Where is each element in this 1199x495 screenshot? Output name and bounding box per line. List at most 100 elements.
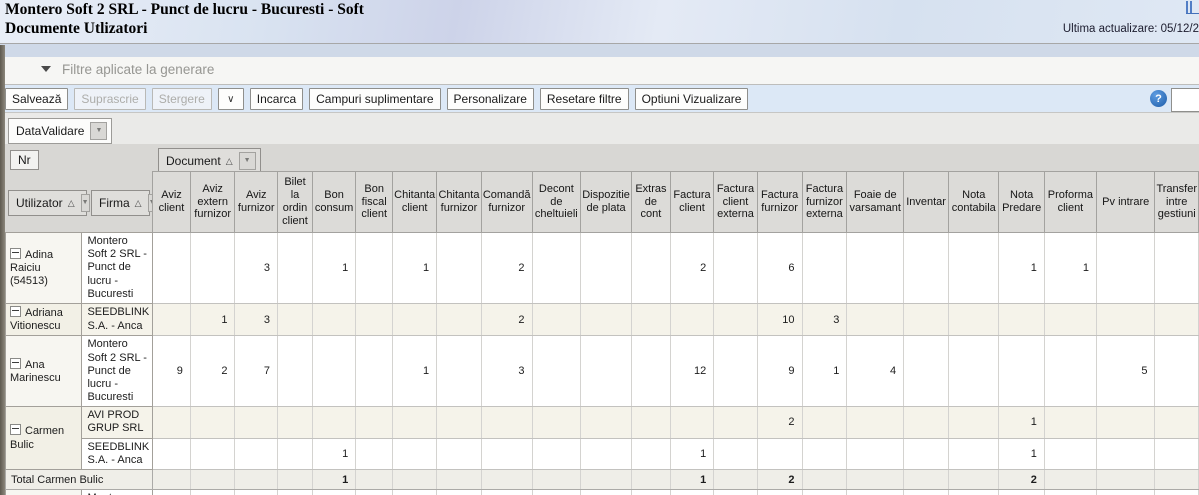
doc-column-header[interactable]: Aviz extern furnizor [190,172,235,233]
pivot-cell [1155,336,1199,407]
doc-column-header[interactable]: Factura client [670,172,713,233]
pivot-cell [904,438,949,469]
firm-cell: SEEDBLINK S.A. - Anca [82,303,153,335]
document-header-label: Document [166,154,221,168]
doc-column-header[interactable]: Dispozitie de plata [581,172,632,233]
pivot-cell: 6 [757,490,802,495]
pivot-cell [437,490,482,495]
pivot-cell [278,336,313,407]
toolbar-button-suprascrie: Suprascrie [74,88,145,110]
pivot-cell [714,303,757,335]
pivot-cell: 1 [313,470,356,490]
pivot-cell: 2 [757,470,802,490]
data-validare-combo[interactable]: DataValidare ▼ [8,118,112,144]
doc-column-header[interactable]: Factura furnizor externa [802,172,847,233]
doc-column-header[interactable]: Chitanta client [393,172,437,233]
pivot-cell [581,336,632,407]
pivot-cell: 9 [153,336,191,407]
pivot-cell [949,233,999,304]
pivot-cell [949,407,999,438]
pivot-cell: 1 [999,407,1044,438]
pivot-cell [949,490,999,495]
collapse-icon[interactable] [10,306,21,317]
toolbar-button-optiuni-vizualizare[interactable]: Optiuni Vizualizare [635,88,749,110]
doc-column-header[interactable]: Pv intrare [1096,172,1154,233]
page-title: Documente Utlizatori [5,20,147,38]
doc-column-header[interactable]: Foaie de varsamant [847,172,904,233]
toolbar-button-personalizare[interactable]: Personalizare [447,88,534,110]
pivot-cell [153,233,191,304]
pivot-cell [437,438,482,469]
toolbar-button-resetare-filtre[interactable]: Resetare filtre [540,88,629,110]
pivot-cell: 2 [481,233,532,304]
collapse-icon[interactable] [10,248,21,259]
doc-column-header[interactable]: Nota contabila [949,172,999,233]
chevron-down-icon[interactable]: ▼ [90,122,107,140]
pivot-cell: 1 [999,233,1044,304]
user-cell: Adriana Vitionescu [6,303,82,335]
pivot-cell [714,470,757,490]
pivot-cell [153,470,191,490]
nr-button[interactable]: Nr [10,150,39,170]
chevron-down-icon[interactable]: ▼ [239,152,256,170]
pivot-cell: 3 [235,233,278,304]
toolbar-button-campuri-suplimentare[interactable]: Campuri suplimentare [309,88,440,110]
doc-column-header[interactable]: Factura furnizor [757,172,802,233]
doc-column-header[interactable]: Chitanta furnizor [437,172,482,233]
pivot-cell [1155,438,1199,469]
doc-column-header[interactable]: Transfer intre gestiuni [1155,172,1199,233]
doc-column-header[interactable]: Factura client externa [714,172,757,233]
collapse-caret-icon[interactable] [41,66,51,72]
toolbar-left-buttons: SalveazăSuprascrieStergere [5,88,218,110]
pivot-cell [437,336,482,407]
doc-column-header[interactable]: Aviz furnizor [235,172,278,233]
doc-column-header[interactable]: Comandă furnizor [481,172,532,233]
pivot-cell [632,470,671,490]
pivot-cell: 3 [235,303,278,335]
doc-column-header[interactable]: Bon consum [313,172,356,233]
pivot-cell: 1 [313,438,356,469]
pivot-cell [313,303,356,335]
table-row: Adriana VitionescuSEEDBLINK S.A. - Anca1… [6,303,1199,335]
pivot-cell [1155,407,1199,438]
toolbar-button-incarca[interactable]: Incarca [250,88,303,110]
toolbar-right-buttons: Incarca Campuri suplimentare Personalizare… [250,88,755,110]
doc-column-header[interactable]: Decont de cheltuieli [532,172,581,233]
pivot-cell [356,470,393,490]
pivot-cell [190,470,235,490]
save-options-dropdown[interactable]: ∨ [218,88,244,110]
table-row: Carmen BulicAVI PROD GRUP SRL21 [6,407,1199,438]
last-update-label: Ultima actualizare: 05/12/2 [1063,23,1199,35]
pivot-cell [670,303,713,335]
app-window: Montero Soft 2 SRL - Punct de lucru - Bu… [0,0,1199,495]
filter-panel-header[interactable]: Filtre aplicate la generare [0,57,1199,85]
pivot-cell [1155,233,1199,304]
help-icon[interactable]: ? [1150,90,1167,107]
doc-column-header[interactable]: Bilet la ordin client [278,172,313,233]
clipped-link-fragment[interactable] [1186,1,1199,14]
collapse-icon[interactable] [10,358,21,369]
pivot-cell: 2 [481,303,532,335]
doc-column-header[interactable]: Nota Predare [999,172,1044,233]
pivot-cell [235,470,278,490]
pivot-body: Adina Raiciu (54513)Montero Soft 2 SRL -… [6,233,1199,495]
doc-column-header[interactable]: Aviz client [153,172,191,233]
pivot-cell [393,470,437,490]
pivot-cell: 6 [757,233,802,304]
total-row-label: Total Carmen Bulic [6,470,153,490]
pivot-cell [847,470,904,490]
collapse-icon[interactable] [10,424,21,435]
doc-column-header[interactable]: Extras de cont [632,172,671,233]
doc-column-header[interactable]: Inventar [904,172,949,233]
clipped-toolbar-button[interactable] [1171,88,1199,112]
header-spacer [82,172,153,233]
toolbar-button-salvează[interactable]: Salvează [5,88,68,110]
pivot-cell [153,490,191,495]
table-row: Ana MarinescuMontero Soft 2 SRL - Punct … [6,336,1199,407]
sort-ascending-icon[interactable]: △ [226,156,233,167]
doc-column-header[interactable]: Proforma client [1044,172,1096,233]
doc-column-header[interactable]: Bon fiscal client [356,172,393,233]
pivot-cell: 1 [393,233,437,304]
pivot-cell [356,233,393,304]
pivot-cell [670,490,713,495]
